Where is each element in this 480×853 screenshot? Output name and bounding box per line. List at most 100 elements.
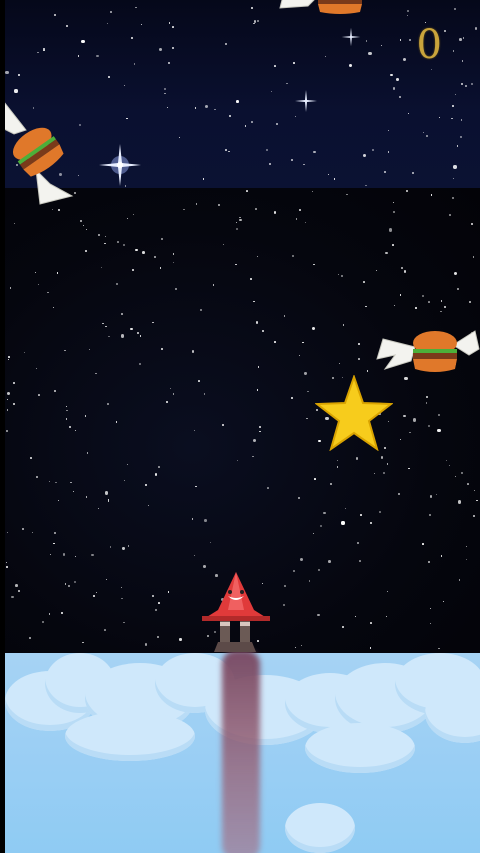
star-dot (357, 358, 360, 360)
star-dot (30, 456, 33, 459)
star-dot (109, 546, 111, 548)
star-dot (172, 261, 174, 263)
star-dot (266, 148, 269, 151)
star-dot (462, 37, 465, 39)
star-dot (5, 565, 8, 568)
star-dot (438, 647, 440, 650)
star-dot (314, 478, 316, 481)
star-dot (104, 242, 106, 244)
star-dot (372, 149, 374, 152)
star-dot (35, 367, 37, 369)
winged-burger-enemy (376, 330, 480, 372)
star-dot (256, 19, 259, 22)
star-dot (290, 158, 293, 161)
star-dot (342, 625, 345, 628)
star-dot (291, 254, 294, 257)
star-dot (403, 270, 407, 273)
star-dot (131, 268, 134, 271)
star-dot (82, 641, 84, 643)
star-dot (155, 473, 158, 476)
star-dot (48, 612, 51, 615)
star-dot (250, 6, 253, 9)
sparkle-icon (295, 90, 317, 112)
star-dot (253, 300, 255, 303)
star-dot (126, 217, 128, 219)
star-dot (400, 267, 403, 270)
star-dot (267, 487, 269, 489)
star-dot (199, 308, 202, 311)
star-dot (341, 521, 345, 525)
star-dot (84, 415, 87, 417)
star-dot (116, 241, 119, 243)
star-dot (406, 14, 409, 16)
star-dot (304, 372, 307, 375)
star-dot (100, 266, 103, 268)
star-dot (443, 29, 446, 32)
star-dot (319, 525, 322, 528)
winged-burger-enemy (279, 0, 362, 14)
star-dot (395, 78, 399, 81)
sparkle-icon (99, 144, 141, 186)
star-dot (235, 100, 239, 104)
star-dot (172, 25, 174, 28)
star-dot (389, 73, 393, 77)
star-dot (123, 84, 125, 86)
star-dot (261, 329, 264, 332)
star-dot (158, 602, 160, 604)
star-dot (52, 306, 55, 308)
star-dot (6, 398, 8, 400)
star-dot (38, 394, 40, 396)
star-dot (448, 214, 451, 217)
star-dot (437, 413, 440, 416)
star-dot (37, 283, 40, 285)
star-dot (276, 123, 278, 125)
star-dot (317, 613, 320, 616)
star-dot (461, 83, 463, 85)
star-dot (470, 83, 473, 85)
star-dot (355, 456, 359, 460)
star-dot (105, 578, 107, 580)
star-dot (130, 327, 133, 330)
star-dot (425, 402, 427, 404)
star-dot (164, 92, 166, 94)
star-dot (204, 104, 208, 109)
star-dot (204, 518, 207, 522)
star-dot (145, 484, 147, 486)
star-dot (197, 380, 200, 382)
star-dot (159, 48, 162, 51)
star-dot (61, 611, 64, 614)
star-dot (141, 251, 145, 255)
star-dot (473, 489, 475, 491)
star-dot (172, 393, 175, 395)
game-canvas[interactable]: 0 (0, 0, 480, 853)
star-dot (324, 55, 326, 58)
star-dot (7, 356, 10, 359)
star-dot (105, 325, 107, 327)
star-dot (329, 482, 332, 485)
star-dot (104, 491, 109, 495)
star-dot (7, 358, 10, 360)
star-dot (94, 372, 97, 375)
star-dot (422, 543, 424, 545)
star-dot (236, 459, 238, 462)
star-dot (428, 560, 430, 563)
star-dot (446, 459, 448, 461)
star-dot (179, 638, 182, 641)
star-dot (104, 629, 107, 631)
star-dot (217, 203, 220, 206)
star-dot (311, 190, 314, 192)
star-dot (273, 341, 276, 343)
star-dot (17, 589, 20, 592)
star-dot (85, 249, 88, 252)
star-dot (68, 425, 71, 428)
star-dot (358, 343, 360, 345)
star-dot (92, 594, 95, 597)
rocket-player[interactable] (200, 570, 272, 658)
star-dot (460, 136, 462, 138)
star-dot (365, 184, 367, 187)
star-dot (381, 44, 383, 46)
star-dot (421, 294, 424, 297)
star-dot (393, 304, 396, 306)
star-dot (253, 20, 256, 23)
star-dot (308, 580, 311, 582)
